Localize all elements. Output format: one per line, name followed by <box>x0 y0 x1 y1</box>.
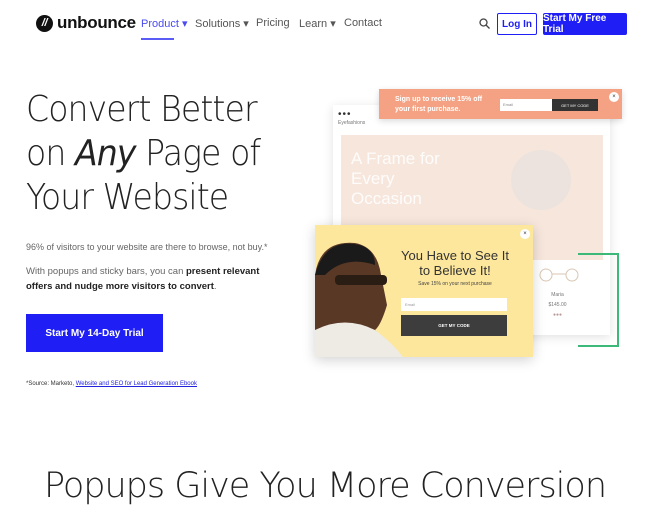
color-swatches-icon: ●●● <box>552 312 563 318</box>
nav-product[interactable]: Product ▾ <box>141 17 188 30</box>
top-nav: //unbounce Product ▾ Solutions ▾ Pricing… <box>0 0 650 47</box>
start-trial-button[interactable]: Start My 14-Day Trial <box>26 314 163 352</box>
popup-subtitle: Save 15% on your next purchase <box>418 281 492 287</box>
source-link[interactable]: Website and SEO for Lead Generation Eboo… <box>76 381 197 387</box>
window-dots-icon: ••• <box>338 109 352 120</box>
logo-mark-icon: // <box>36 14 53 32</box>
nav-pricing[interactable]: Pricing <box>256 17 290 29</box>
free-trial-button[interactable]: Start My Free Trial <box>543 13 627 35</box>
nav-solutions[interactable]: Solutions ▾ <box>195 17 249 30</box>
source-note: *Source: Marketo, Website and SEO for Le… <box>26 381 197 387</box>
person-image <box>315 242 403 357</box>
product-card: Maria $145.00 ●●● <box>535 290 580 320</box>
search-icon[interactable] <box>479 18 490 29</box>
nav-contact[interactable]: Contact <box>344 17 382 29</box>
hero-headline: Convert Better on Any Page of Your Websi… <box>26 88 261 220</box>
popup-title: You Have to See It to Believe It! <box>401 248 509 278</box>
headline-line: Your Website <box>26 177 229 218</box>
close-icon: × <box>609 92 619 102</box>
popup-mockup: You Have to See It to Believe It! Save 1… <box>315 225 533 357</box>
headline-line: on Any Page of <box>26 133 261 174</box>
stat-text: 96% of visitors to your website are ther… <box>26 242 268 252</box>
login-button[interactable]: Log In <box>497 13 537 35</box>
nav-learn[interactable]: Learn ▾ <box>299 17 336 30</box>
logo[interactable]: //unbounce <box>36 13 136 33</box>
active-underline <box>141 38 174 40</box>
logo-text: unbounce <box>57 13 136 32</box>
model-image <box>511 150 571 210</box>
bar-text: Sign up to receive 15% off your first pu… <box>395 96 483 113</box>
bar-button: GET MY CODE <box>552 99 598 111</box>
glasses-product-image <box>539 268 579 282</box>
body-text: With popups and sticky bars, you can pre… <box>26 266 260 292</box>
section-title: Popups Give You More Conversion <box>43 466 607 506</box>
sticky-bar-mockup: Sign up to receive 15% off your first pu… <box>379 89 622 119</box>
close-icon: × <box>520 229 530 239</box>
mockup-title: A Frame for Every Occasion <box>351 149 440 208</box>
headline-line: Convert Better <box>26 89 258 130</box>
mockup-brand: Eyefashions <box>338 120 366 126</box>
popup-button: GET MY CODE <box>401 315 507 336</box>
bar-email-field: Email <box>500 99 552 111</box>
popup-email-field: Email <box>401 298 507 311</box>
